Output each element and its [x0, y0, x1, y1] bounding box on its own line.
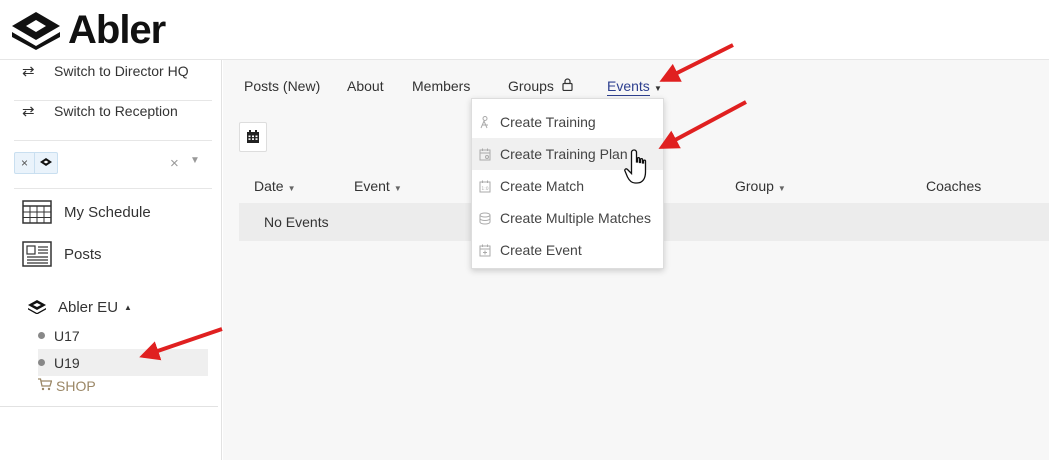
calendar-view-button[interactable] — [239, 122, 267, 152]
switch-reception-label: Switch to Reception — [54, 103, 178, 119]
team-item-u19[interactable]: U19 — [38, 349, 208, 376]
cart-icon — [38, 378, 53, 394]
menu-item-label: Create Multiple Matches — [500, 210, 651, 226]
chevron-down-icon[interactable]: ▼ — [190, 155, 200, 166]
switch-reception-link[interactable]: ⇄ Switch to Reception — [22, 94, 212, 128]
caret-down-icon[interactable]: ▼ — [651, 76, 662, 96]
abler-mini-logo-icon — [28, 300, 46, 314]
switch-director-hq-link[interactable]: ⇄ Switch to Director HQ — [22, 54, 212, 88]
divider — [14, 140, 212, 141]
menu-item-label: Create Match — [500, 178, 585, 194]
sort-icon: ▼ — [777, 184, 786, 193]
calendar-grid-icon — [22, 199, 52, 225]
bullet-icon — [38, 332, 45, 339]
swap-arrows-icon: ⇄ — [22, 103, 35, 120]
team-label: U17 — [54, 327, 80, 344]
nav-posts-label: Posts — [64, 245, 102, 263]
tab-about[interactable]: About — [347, 76, 384, 96]
nav-my-schedule[interactable]: My Schedule — [22, 195, 212, 229]
menu-item-create-match[interactable]: 1:0 Create Match — [472, 170, 663, 202]
empty-state-text: No Events — [264, 214, 329, 230]
nav-my-schedule-label: My Schedule — [64, 203, 151, 221]
tab-members[interactable]: Members — [412, 76, 470, 96]
column-group-label: Group — [735, 178, 774, 194]
menu-item-create-event[interactable]: Create Event — [472, 234, 663, 266]
lock-icon — [562, 78, 573, 94]
divider — [0, 406, 218, 407]
tab-events[interactable]: Events — [607, 76, 650, 96]
tab-posts-new[interactable]: Posts (New) — [244, 76, 320, 96]
sidebar: ⇄ Switch to Director HQ ⇄ Switch to Rece… — [0, 60, 222, 460]
event-icon — [478, 244, 492, 257]
shop-link[interactable]: SHOP — [38, 376, 96, 396]
menu-item-label: Create Training Plan — [500, 146, 628, 162]
multiple-matches-icon — [478, 212, 492, 225]
nav-posts[interactable]: Posts — [22, 237, 212, 271]
tab-events-label: Events — [607, 78, 650, 94]
sort-icon: ▼ — [287, 184, 296, 193]
column-date-label: Date — [254, 178, 284, 194]
training-icon — [478, 115, 492, 129]
column-date[interactable]: Date ▼ — [254, 178, 296, 194]
column-event-label: Event — [354, 178, 390, 194]
menu-item-create-training-plan[interactable]: Create Training Plan — [472, 138, 663, 170]
filter-chip: × — [14, 152, 58, 174]
calendar-icon — [247, 130, 259, 143]
abler-logo-icon — [12, 12, 60, 50]
events-dropdown-menu: Create Training Create Training Plan 1:0… — [471, 98, 664, 269]
column-event[interactable]: Event ▼ — [354, 178, 402, 194]
newspaper-icon — [22, 241, 52, 267]
app-header: Abler — [0, 0, 1049, 60]
clear-filter-button[interactable]: × — [170, 155, 179, 172]
training-plan-icon — [478, 148, 492, 161]
tab-groups[interactable]: Groups — [508, 76, 573, 96]
org-filter-select[interactable]: × × ▼ — [14, 152, 212, 176]
chevron-up-icon: ▲ — [124, 302, 132, 312]
menu-item-create-multiple-matches[interactable]: Create Multiple Matches — [472, 202, 663, 234]
org-abler-eu[interactable]: Abler EU ▲ — [28, 296, 132, 318]
abler-mini-logo-icon — [35, 158, 57, 168]
chip-remove-button[interactable]: × — [15, 153, 35, 173]
org-label: Abler EU — [58, 298, 119, 316]
match-icon: 1:0 — [478, 180, 492, 193]
menu-item-label: Create Training — [500, 114, 596, 130]
svg-text:1:0: 1:0 — [481, 186, 488, 192]
team-item-u17[interactable]: U17 — [38, 322, 208, 349]
divider — [14, 188, 212, 189]
team-label: U19 — [54, 354, 80, 371]
brand-name: Abler — [68, 8, 166, 52]
column-coaches: Coaches — [926, 178, 982, 194]
menu-item-create-training[interactable]: Create Training — [472, 106, 663, 138]
abler-logo[interactable]: Abler — [10, 8, 166, 52]
tab-groups-label: Groups — [508, 78, 554, 94]
column-group[interactable]: Group ▼ — [735, 178, 786, 194]
shop-label: SHOP — [56, 378, 96, 394]
sort-icon: ▼ — [393, 184, 402, 193]
menu-item-label: Create Event — [500, 242, 582, 258]
switch-director-hq-label: Switch to Director HQ — [54, 63, 189, 79]
bullet-icon — [38, 359, 45, 366]
swap-arrows-icon: ⇄ — [22, 63, 35, 80]
